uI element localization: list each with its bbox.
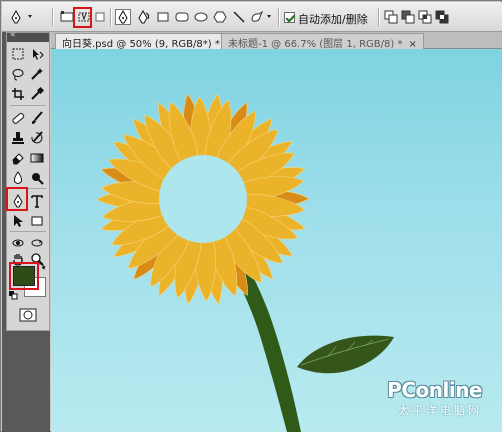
tools-panel-header[interactable]: « <box>7 30 49 42</box>
crop-icon <box>12 88 24 100</box>
quick-mask-button[interactable] <box>19 307 37 323</box>
3d-orbit-tool[interactable] <box>29 235 45 251</box>
lasso-icon <box>12 69 24 81</box>
fill-pixels-mode-button[interactable] <box>94 9 106 25</box>
foreground-color-highlight <box>9 262 39 290</box>
default-colors-button[interactable] <box>9 291 19 301</box>
bandage-icon <box>12 112 25 124</box>
pen-icon <box>118 10 128 24</box>
custom-shape-icon <box>251 10 271 22</box>
tab-sunflower[interactable]: 向日葵.psd @ 50% (9, RGB/8*) *× <box>55 33 242 50</box>
path-selection-tool[interactable] <box>10 213 26 229</box>
rectangle-tool-button[interactable] <box>156 9 170 25</box>
3d-rotate-tool[interactable] <box>10 235 26 251</box>
3d-orbit-icon <box>31 239 43 247</box>
eyedropper-icon <box>31 87 44 100</box>
freeform-pen-button[interactable] <box>137 9 151 25</box>
clone-stamp-tool[interactable] <box>10 130 26 146</box>
subtract-from-path-button[interactable] <box>401 9 415 25</box>
lasso-tool[interactable] <box>10 66 26 82</box>
rounded-rectangle-icon <box>175 12 189 22</box>
tools-palette: « <box>6 30 50 331</box>
custom-shape-tool-button[interactable] <box>250 9 274 25</box>
gradient-icon <box>30 153 44 163</box>
polygon-tool-button[interactable] <box>213 9 227 25</box>
add-to-path-icon <box>384 10 398 24</box>
history-brush-tool[interactable] <box>29 130 45 146</box>
rectangle-shape-tool[interactable] <box>29 213 45 229</box>
auto-add-delete-checkbox[interactable] <box>284 12 295 23</box>
exclude-path-icon <box>435 10 449 24</box>
intersect-path-icon <box>418 10 432 24</box>
brush-icon <box>31 111 43 124</box>
eraser-tool[interactable] <box>10 150 26 166</box>
water-drop-icon <box>13 171 23 184</box>
marquee-tool[interactable] <box>10 46 26 62</box>
watermark-brand: PConline <box>387 378 482 402</box>
options-bar: 自动添加/删除 <box>2 2 502 32</box>
document-canvas[interactable]: PConline 太平洋电脑网 <box>51 49 502 432</box>
gradient-tool[interactable] <box>29 150 45 166</box>
sunflower-artwork <box>96 93 394 432</box>
3d-rotate-icon <box>12 239 24 247</box>
pen-tool-highlight <box>6 187 28 211</box>
collapse-arrows-icon: « <box>10 30 16 40</box>
line-icon <box>233 11 245 23</box>
add-to-path-button[interactable] <box>384 9 398 25</box>
rectangle-icon <box>157 12 169 22</box>
pen-icon <box>11 9 32 24</box>
tool-preset-picker[interactable] <box>8 9 36 25</box>
watermark: PConline 太平洋电脑网 <box>387 378 482 418</box>
paths-mode-highlight <box>73 7 92 28</box>
photoshop-window: 自动添加/删除 « 向日葵.psd @ 50% (9, RGB/8*) * 未标… <box>0 0 502 432</box>
tools-panel: « <box>2 30 50 432</box>
magic-wand-icon <box>31 68 43 80</box>
shape-layers-icon <box>60 11 74 22</box>
pen-tool-button[interactable] <box>115 9 131 25</box>
history-brush-icon <box>31 131 43 144</box>
healing-brush-tool[interactable] <box>10 110 26 126</box>
dodge-tool[interactable] <box>29 170 45 186</box>
move-tool[interactable] <box>29 46 45 62</box>
auto-add-delete-label: 自动添加/删除 <box>298 13 368 26</box>
flower-center <box>159 155 247 243</box>
tab-untitled[interactable]: 未标题-1 @ 66.7% (图层 1, RGB/8) * × <box>221 33 424 50</box>
eraser-icon <box>12 153 24 165</box>
intersect-path-button[interactable] <box>418 9 432 25</box>
ellipse-icon <box>194 12 208 22</box>
arrow-icon <box>14 215 23 227</box>
marquee-icon <box>12 48 24 60</box>
line-tool-button[interactable] <box>232 9 246 25</box>
exclude-path-button[interactable] <box>435 9 449 25</box>
shape-layers-mode-button[interactable] <box>60 9 74 25</box>
eyedropper-tool[interactable] <box>29 86 45 102</box>
rounded-rectangle-tool-button[interactable] <box>175 9 189 25</box>
blur-tool[interactable] <box>10 170 26 186</box>
rectangle-icon <box>31 216 43 226</box>
type-icon <box>31 195 43 208</box>
quick-mask-icon <box>19 308 37 322</box>
subtract-path-icon <box>401 10 415 24</box>
fill-pixels-icon <box>95 12 105 22</box>
watermark-subtitle: 太平洋电脑网 <box>398 404 482 417</box>
dodge-icon <box>32 173 44 185</box>
ellipse-tool-button[interactable] <box>194 9 208 25</box>
brush-tool[interactable] <box>29 110 45 126</box>
magic-wand-tool[interactable] <box>29 66 45 82</box>
move-icon <box>33 49 44 60</box>
crop-tool[interactable] <box>10 86 26 102</box>
default-colors-icon <box>9 291 18 300</box>
polygon-icon <box>213 11 227 23</box>
document-tabs: 向日葵.psd @ 50% (9, RGB/8*) *× 未标题-1 @ 66.… <box>51 32 502 50</box>
type-tool[interactable] <box>29 193 45 209</box>
stamp-icon <box>12 132 24 144</box>
freeform-pen-icon <box>138 10 150 24</box>
